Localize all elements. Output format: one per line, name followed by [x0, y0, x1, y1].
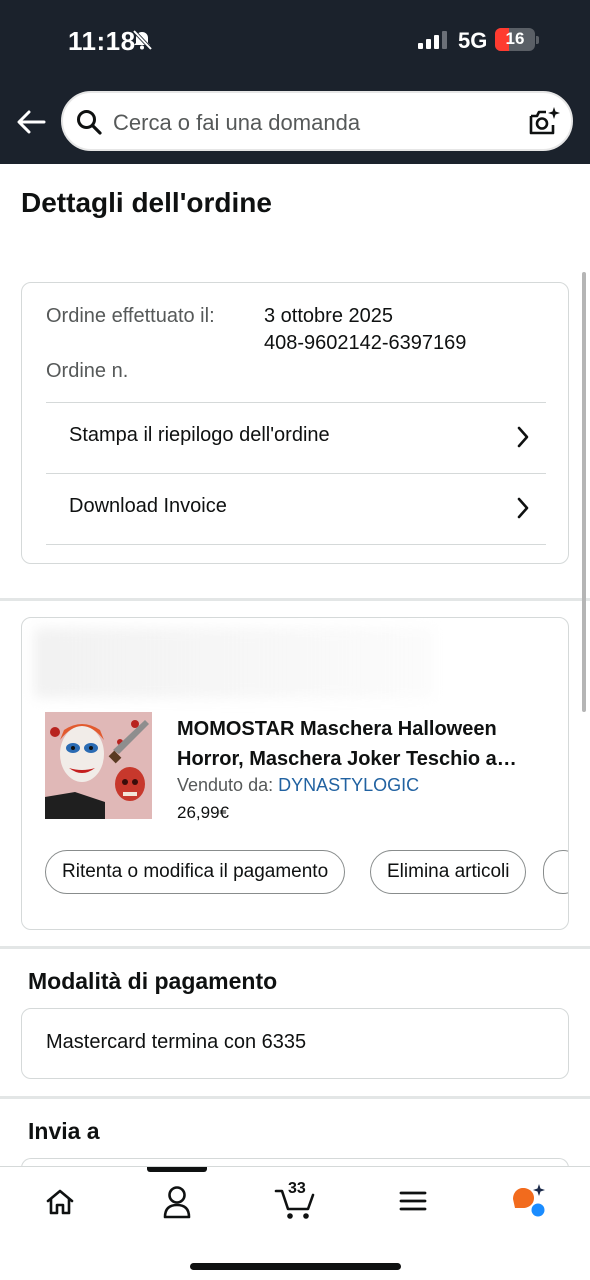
bell-muted-icon [132, 29, 153, 51]
order-placed-label: Ordine effettuato il: [46, 305, 215, 327]
active-tab-indicator [147, 1167, 207, 1172]
item-price: 26,99€ [177, 803, 229, 822]
camera-lens-icon[interactable] [527, 105, 561, 139]
signal-icon [418, 31, 447, 49]
chevron-right-icon [517, 497, 529, 519]
app-header: 11:18 5G 16 Cerca o fai una domanda [0, 0, 590, 164]
status-time: 11:18 [68, 26, 136, 56]
download-invoice-link[interactable]: Download Invoice [46, 474, 546, 544]
divider [46, 544, 546, 545]
search-bar[interactable]: Cerca o fai una domanda [61, 91, 573, 151]
home-icon[interactable] [45, 1187, 75, 1217]
blurred-status-area [34, 628, 434, 698]
back-arrow-icon[interactable] [15, 106, 47, 138]
payment-method-card: Mastercard termina con 6335 [21, 1008, 569, 1079]
rufus-assistant-icon[interactable] [509, 1183, 549, 1219]
seller-link[interactable]: DYNASTYLOGIC [278, 775, 419, 795]
scrollbar[interactable] [582, 272, 586, 712]
cart-icon[interactable] [274, 1185, 316, 1221]
mask-product-thumbnail [45, 712, 152, 819]
order-date: 3 ottobre 2025 [264, 305, 393, 327]
network-type: 5G [458, 28, 488, 53]
print-summary-link[interactable]: Stampa il riepilogo dell'ordine [46, 403, 546, 473]
order-number-label: Ordine n. [46, 360, 129, 382]
print-summary-label: Stampa il riepilogo dell'ordine [69, 424, 330, 446]
item-card: MOMOSTAR Maschera Halloween Horror, Masc… [21, 617, 569, 930]
battery-icon: 16 [495, 28, 539, 51]
page-title: Dettagli dell'ordine [21, 187, 272, 218]
search-icon [77, 110, 102, 135]
menu-icon[interactable] [399, 1189, 427, 1213]
payment-method: Mastercard termina con 6335 [46, 1031, 307, 1053]
more-actions-button[interactable] [543, 850, 568, 894]
order-number: 408-9602142-6397169 [264, 332, 467, 354]
payment-section-title: Modalità di pagamento [28, 968, 278, 994]
sold-by-label: Venduto da: [177, 775, 274, 795]
section-separator [0, 946, 590, 949]
section-separator [0, 1096, 590, 1099]
retry-payment-button[interactable]: Ritenta o modifica il pagamento [45, 850, 346, 894]
download-invoice-label: Download Invoice [69, 495, 227, 517]
product-image[interactable] [45, 712, 152, 819]
shipping-section-title: Invia a [28, 1118, 100, 1144]
delete-items-button[interactable]: Elimina articoli [370, 850, 527, 894]
order-summary-card: Ordine effettuato il: Ordine n. 3 ottobr… [21, 282, 569, 564]
item-title[interactable]: MOMOSTAR Maschera Halloween Horror, Masc… [177, 714, 547, 774]
account-icon[interactable] [162, 1185, 192, 1219]
chevron-right-icon [517, 426, 529, 448]
battery-level: 16 [505, 29, 525, 48]
bottom-nav: 33 [0, 1166, 590, 1280]
home-indicator [190, 1263, 401, 1270]
sold-by: Venduto da: DYNASTYLOGIC [177, 775, 419, 796]
search-input[interactable]: Cerca o fai una domanda [113, 110, 360, 136]
section-separator [0, 598, 590, 601]
